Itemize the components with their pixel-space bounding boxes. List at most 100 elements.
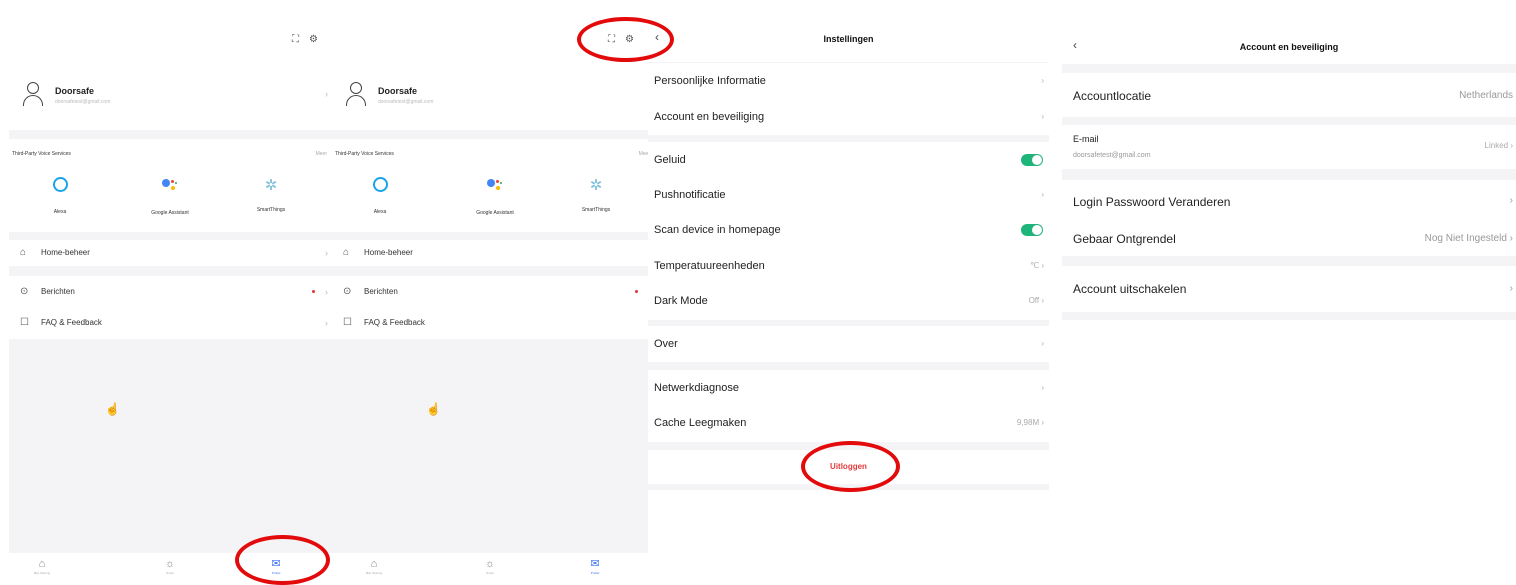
settings-screen: ‹ Instellingen Persoonlijke Informatie ›…: [648, 0, 1049, 585]
alexa-icon: [372, 177, 388, 192]
user-email: doorsafetest@gmail.com: [55, 99, 111, 105]
settings-item-push-notifications[interactable]: Pushnotificatie ›: [648, 177, 1049, 213]
google-assistant-icon: [160, 177, 180, 193]
email-status: Linked ›: [1484, 141, 1513, 150]
chat-bubble-icon: ⊙: [343, 286, 352, 297]
menu-messages[interactable]: ⊙ Berichten ›: [9, 280, 332, 304]
settings-item-clear-cache[interactable]: Cache Leegmaken 9,98M ›: [648, 405, 1049, 441]
user-email: doorsafetest@gmail.com: [378, 99, 434, 105]
profile-screen-2: ⛶ ⚙ Doorsafe doorsafetest@gmail.com › Th…: [332, 0, 655, 585]
smart-icon: ☼: [164, 558, 176, 570]
voice-services-title: Third-Party Voice Services: [12, 151, 71, 157]
disable-account-row[interactable]: Account uitschakelen ›: [1062, 266, 1516, 312]
avatar-icon: [345, 82, 367, 108]
book-icon: ☐: [343, 317, 352, 328]
chat-bubble-icon: ⊙: [20, 286, 29, 297]
account-location-value: Netherlands: [1459, 90, 1513, 101]
house-icon: ⌂: [20, 247, 27, 258]
settings-item-temperature-units[interactable]: Temperatuureenheden ℃ ›: [648, 248, 1049, 284]
chevron-right-icon: ›: [1509, 195, 1513, 206]
temperature-unit-value: ℃ ›: [1030, 261, 1044, 270]
page-title: Account en beveiliging: [1239, 42, 1339, 52]
profile-icon: ✉: [590, 558, 600, 570]
alexa-icon: [52, 177, 68, 192]
home-icon: ⌂: [370, 558, 378, 570]
service-google-assistant[interactable]: Google Assistant: [130, 177, 210, 216]
book-icon: ☐: [20, 317, 29, 328]
voice-services-title: Third-Party Voice Services: [335, 151, 394, 157]
user-name: Doorsafe: [378, 86, 418, 96]
smartthings-icon: ✲: [264, 177, 278, 194]
scan-icon[interactable]: ⛶: [292, 34, 299, 45]
service-smartthings[interactable]: ✲ SmartThings: [556, 177, 636, 214]
settings-item-account-security[interactable]: Account en beveiliging ›: [648, 99, 1049, 135]
chevron-right-icon: ›: [325, 287, 328, 297]
user-name: Doorsafe: [55, 86, 95, 96]
account-security-screen: ‹ Account en beveiliging Accountlocatie …: [1062, 0, 1516, 585]
bottom-tab-bar: ⌂ Mijn Woning ☼ Smart ✉ Profiel: [332, 553, 655, 585]
service-alexa[interactable]: Alexa: [340, 177, 420, 215]
chevron-right-icon: ›: [1041, 383, 1044, 392]
dark-mode-value: Off ›: [1028, 296, 1044, 305]
chevron-right-icon: ›: [1041, 190, 1044, 199]
scan-device-toggle[interactable]: [1021, 224, 1043, 236]
tab-smart[interactable]: ☼ Smart: [145, 557, 195, 575]
user-profile-row[interactable]: Doorsafe doorsafetest@gmail.com ›: [332, 80, 655, 116]
settings-header: ‹ Instellingen: [648, 0, 1049, 62]
chevron-right-icon: ›: [1041, 339, 1044, 348]
cache-size-value: 9,98M ›: [1016, 418, 1044, 427]
highlight-ring-settings: [577, 17, 674, 62]
unread-dot: [635, 290, 638, 293]
avatar-icon: [22, 82, 44, 108]
chevron-right-icon: ›: [1041, 112, 1044, 121]
voice-more-link[interactable]: Meer: [316, 151, 327, 157]
chevron-right-icon: ›: [1509, 283, 1513, 294]
settings-item-sound[interactable]: Geluid: [648, 142, 1049, 178]
voice-services-card: Third-Party Voice Services Meer Alexa Go…: [9, 139, 332, 232]
settings-gear-icon[interactable]: ⚙: [309, 34, 318, 45]
chevron-right-icon: ›: [1041, 76, 1044, 85]
tab-home[interactable]: ⌂ Mijn Woning: [17, 557, 67, 575]
page-title: Instellingen: [823, 34, 874, 44]
email-value: doorsafetest@gmail.com: [1073, 152, 1151, 159]
home-icon: ⌂: [38, 558, 46, 570]
chevron-right-icon: ›: [325, 318, 328, 328]
user-profile-row[interactable]: Doorsafe doorsafetest@gmail.com ›: [9, 80, 332, 116]
settings-item-scan-device[interactable]: Scan device in homepage: [648, 212, 1049, 248]
settings-item-personal-info[interactable]: Persoonlijke Informatie ›: [648, 63, 1049, 99]
highlight-ring-logout: [801, 441, 900, 492]
menu-home-management[interactable]: ⌂ Home-beheer ›: [332, 241, 655, 265]
hand-cursor-icon: ☝: [105, 402, 120, 416]
voice-services-card: Third-Party Voice Services Meer Alexa Go…: [332, 139, 655, 232]
gesture-unlock-row[interactable]: Gebaar Ontgrendel Nog Niet Ingesteld ›: [1062, 218, 1516, 256]
tab-profile[interactable]: ✉ Profiel: [570, 557, 620, 575]
menu-faq-feedback[interactable]: ☐ FAQ & Feedback ›: [9, 311, 332, 335]
gesture-unlock-value: Nog Niet Ingesteld ›: [1424, 233, 1513, 244]
menu-home-management[interactable]: ⌂ Home-beheer ›: [9, 241, 332, 265]
highlight-ring-profile-tab: [235, 535, 330, 585]
unread-dot: [312, 290, 315, 293]
house-icon: ⌂: [343, 247, 350, 258]
settings-item-dark-mode[interactable]: Dark Mode Off ›: [648, 283, 1049, 319]
change-password-row[interactable]: Login Passwoord Veranderen ›: [1062, 180, 1516, 218]
google-assistant-icon: [485, 177, 505, 193]
smart-icon: ☼: [484, 558, 496, 570]
smartthings-icon: ✲: [589, 177, 603, 194]
service-smartthings[interactable]: ✲ SmartThings: [231, 177, 311, 214]
menu-messages[interactable]: ⊙ Berichten ›: [332, 280, 655, 304]
chevron-right-icon: ›: [325, 89, 328, 99]
settings-item-network-diagnosis[interactable]: Netwerkdiagnose ›: [648, 370, 1049, 406]
tab-home[interactable]: ⌂ Mijn Woning: [349, 557, 399, 575]
settings-item-about[interactable]: Over ›: [648, 326, 1049, 362]
profile-screen-1: ⛶ ⚙ Doorsafe doorsafetest@gmail.com › Th…: [9, 0, 332, 585]
tab-smart[interactable]: ☼ Smart: [465, 557, 515, 575]
sound-toggle[interactable]: [1021, 154, 1043, 166]
account-header: ‹ Account en beveiliging: [1062, 0, 1516, 64]
service-google-assistant[interactable]: Google Assistant: [455, 177, 535, 216]
account-location-row[interactable]: Accountlocatie Netherlands: [1062, 73, 1516, 117]
hand-cursor-icon: ☝: [426, 402, 441, 416]
menu-faq-feedback[interactable]: ☐ FAQ & Feedback ›: [332, 311, 655, 335]
chevron-right-icon: ›: [325, 248, 328, 258]
email-row[interactable]: E-mail doorsafetest@gmail.com Linked ›: [1062, 125, 1516, 169]
service-alexa[interactable]: Alexa: [20, 177, 100, 215]
